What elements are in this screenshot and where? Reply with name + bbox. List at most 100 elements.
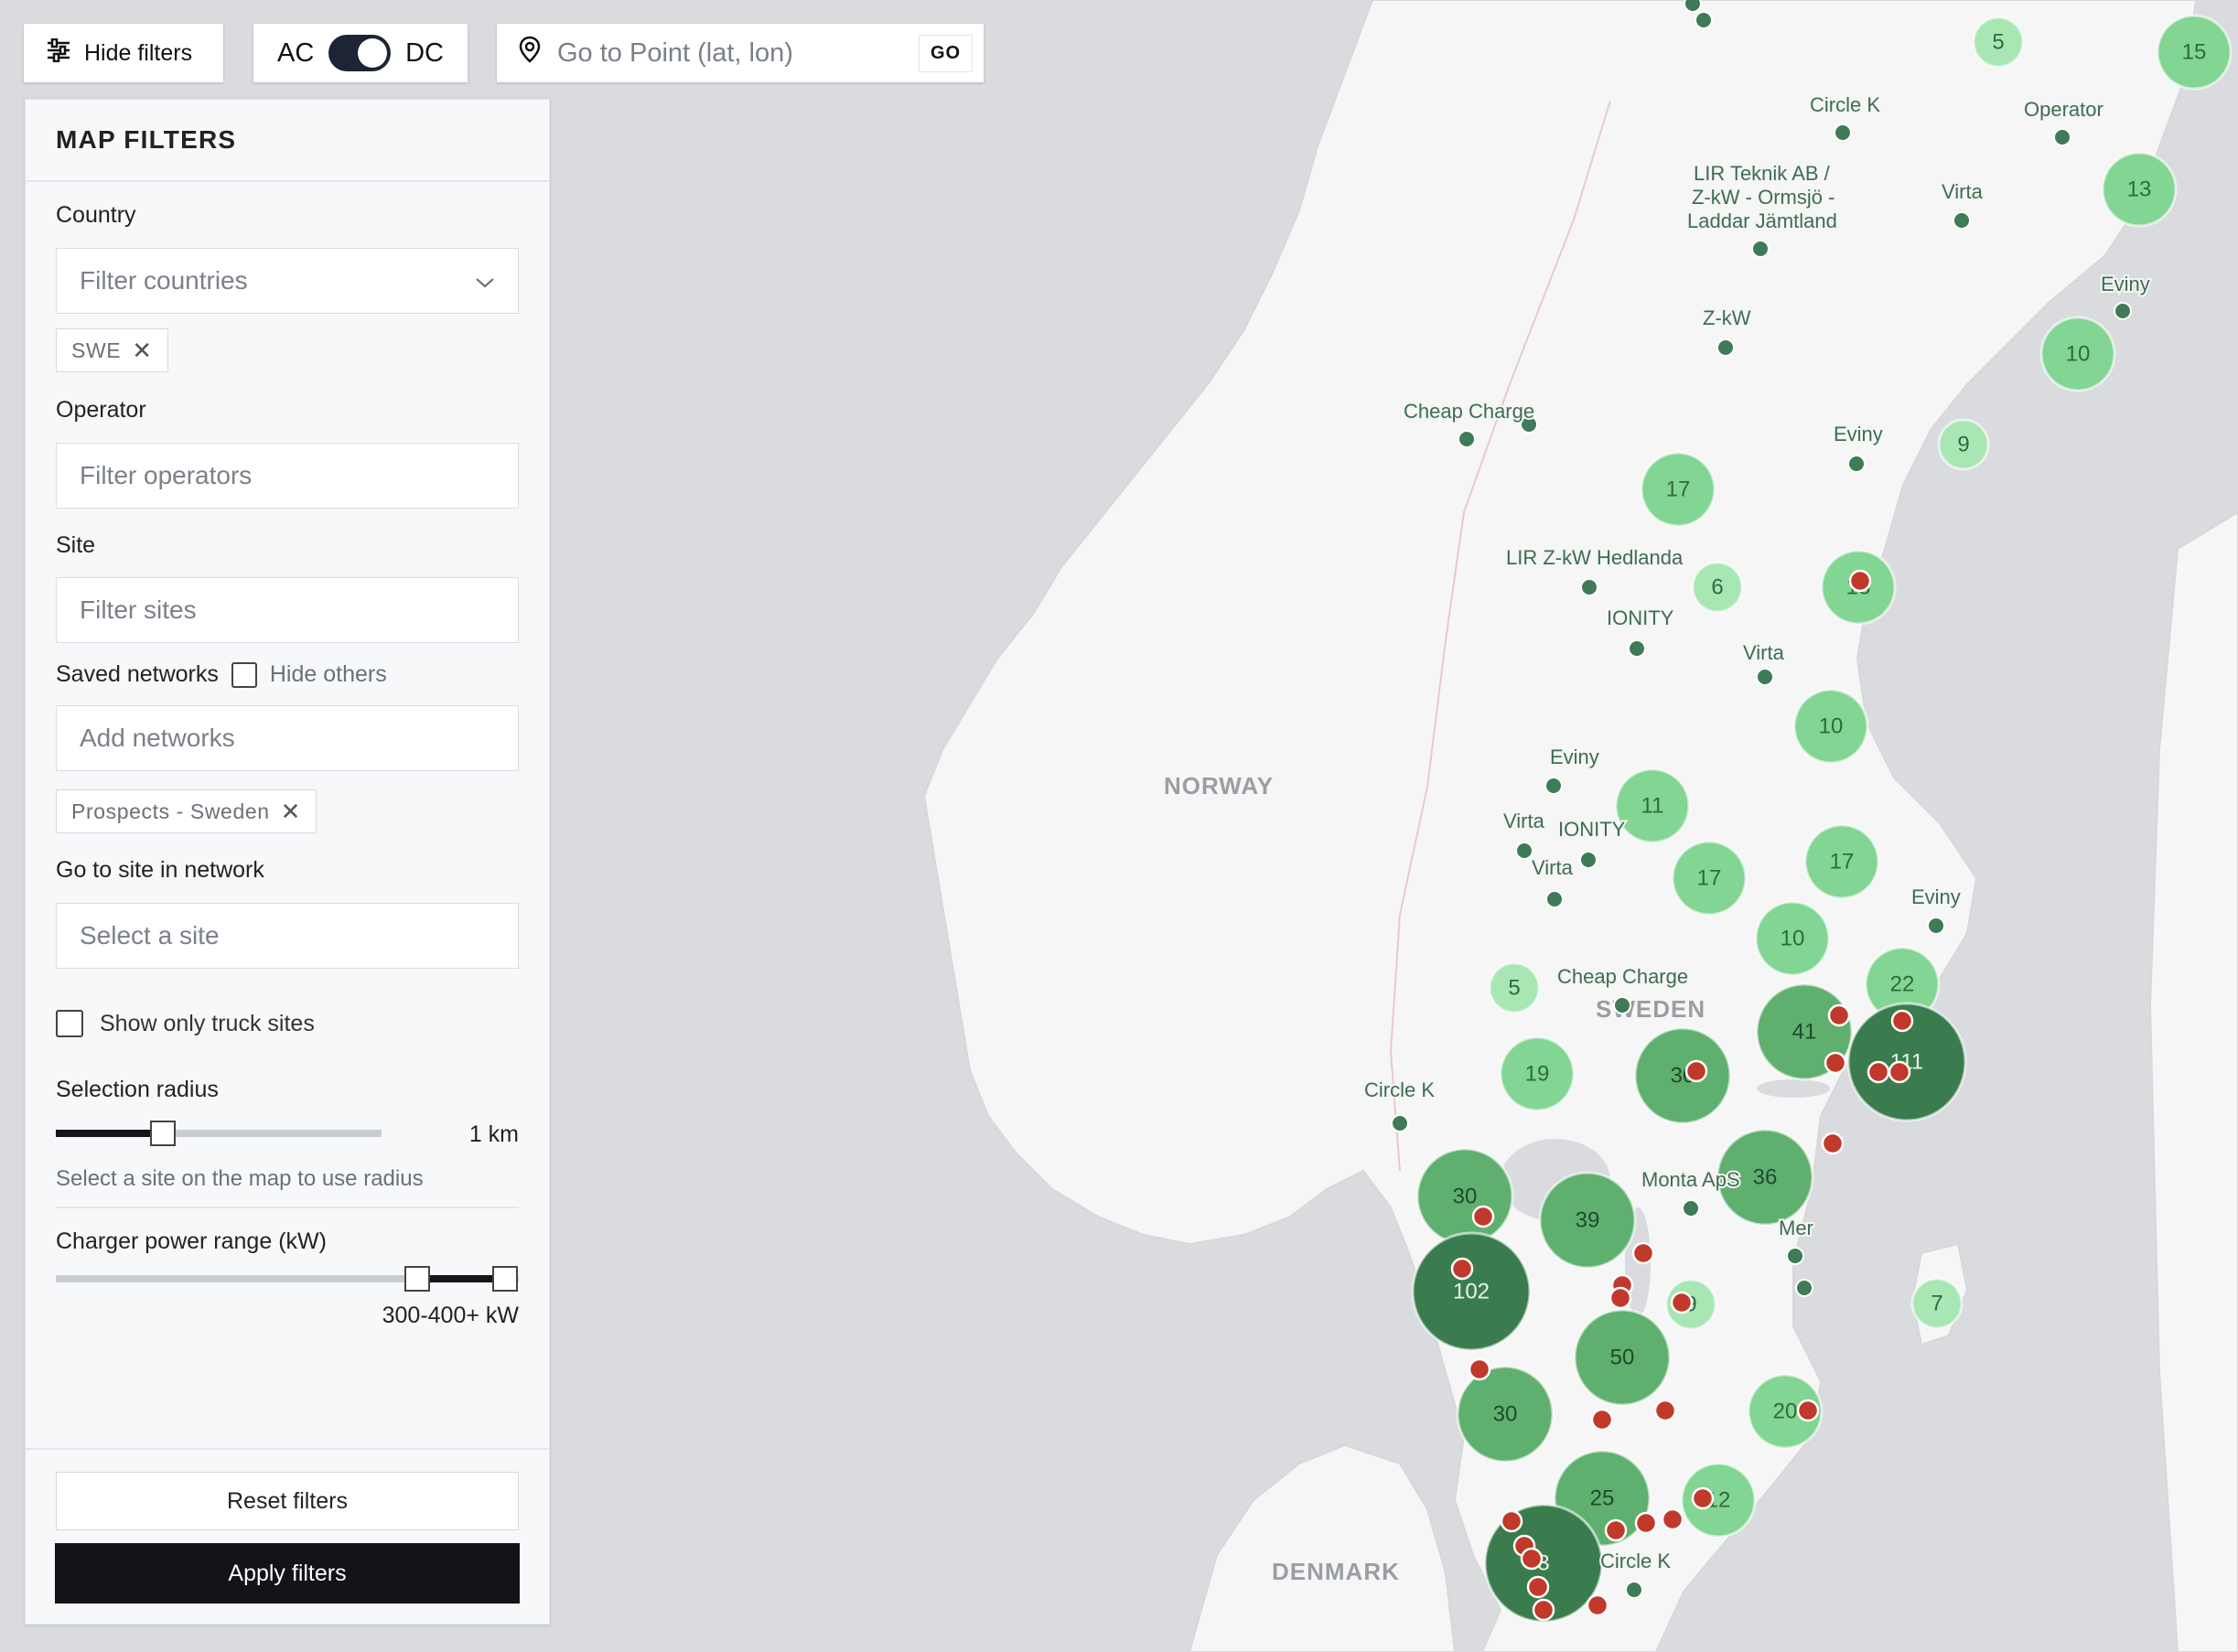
cluster-marker[interactable]: 17	[1671, 840, 1748, 917]
site-dot[interactable]	[1847, 455, 1866, 473]
goto-site-select[interactable]: Select a site	[56, 903, 519, 969]
slider-handle-min[interactable]	[403, 1266, 430, 1292]
truck-sites-checkbox[interactable]	[56, 1010, 83, 1037]
radius-slider[interactable]	[56, 1121, 382, 1146]
site-dot[interactable]	[1795, 1279, 1813, 1297]
site-dot[interactable]	[1682, 1199, 1700, 1218]
prospect-site[interactable]	[1471, 1205, 1495, 1228]
site-dot[interactable]	[1545, 890, 1564, 908]
operator-label: LIR Teknik AB /	[1694, 162, 1831, 185]
prospect-site[interactable]	[1590, 1408, 1614, 1432]
cluster-marker[interactable]: 7	[1910, 1277, 1964, 1330]
prospect-site[interactable]	[1890, 1009, 1914, 1033]
slider-handle-max[interactable]	[491, 1266, 518, 1292]
prospect-site[interactable]	[1609, 1286, 1632, 1310]
close-icon[interactable]: ✕	[132, 337, 152, 365]
operator-input[interactable]: Filter operators	[56, 443, 519, 509]
networks-input[interactable]: Add networks	[56, 705, 519, 771]
prospect-site[interactable]	[1526, 1575, 1550, 1599]
site-dot[interactable]	[1953, 211, 1971, 230]
prospect-site[interactable]	[1670, 1291, 1694, 1314]
country-chip-swe[interactable]: SWE ✕	[56, 328, 168, 372]
cluster-marker[interactable]: 30	[1456, 1365, 1555, 1464]
site-dot[interactable]	[1579, 851, 1598, 869]
site-label: Site	[56, 532, 96, 558]
site-dot[interactable]	[1751, 240, 1770, 258]
cluster-marker[interactable]: 10	[1792, 688, 1869, 765]
prospect-site[interactable]	[1586, 1593, 1609, 1617]
country-select[interactable]: Filter countries	[56, 248, 519, 314]
cluster-marker[interactable]: 5	[1972, 16, 2025, 69]
cluster-marker[interactable]: 39	[1538, 1171, 1637, 1270]
prospect-site[interactable]	[1684, 1059, 1708, 1083]
cluster-marker[interactable]: 10	[2039, 316, 2116, 392]
cluster-marker[interactable]: 17	[1640, 451, 1716, 528]
site-dot[interactable]	[1391, 1114, 1409, 1132]
site-dot[interactable]	[1834, 123, 1852, 142]
site-dot[interactable]	[1756, 668, 1774, 686]
cluster-marker[interactable]: 102	[1411, 1231, 1532, 1352]
prospect-site[interactable]	[1532, 1598, 1555, 1622]
site-dot[interactable]	[2053, 128, 2071, 146]
cluster-marker[interactable]: 30	[1633, 1026, 1732, 1125]
prospect-site[interactable]	[1821, 1132, 1845, 1155]
cluster-marker[interactable]: 50	[1573, 1308, 1672, 1407]
prospect-site[interactable]	[1848, 569, 1872, 593]
prospect-site[interactable]	[1827, 1003, 1851, 1027]
prospect-site[interactable]	[1450, 1257, 1474, 1281]
cluster-marker[interactable]: 13	[2101, 151, 2178, 228]
site-dot[interactable]	[1613, 996, 1631, 1014]
cluster-marker[interactable]: 15	[2156, 14, 2233, 91]
cluster-marker[interactable]: 11	[1614, 767, 1691, 844]
prospect-site[interactable]	[1634, 1511, 1658, 1535]
close-icon[interactable]: ✕	[281, 798, 301, 826]
reset-filters-button[interactable]: Reset filters	[56, 1472, 519, 1530]
site-input[interactable]: Filter sites	[56, 577, 519, 643]
power-range-slider[interactable]	[56, 1265, 519, 1293]
prospect-site[interactable]	[1653, 1399, 1677, 1422]
cluster-marker[interactable]: 19	[1499, 1035, 1576, 1112]
country-label-norway: NORWAY	[1164, 772, 1274, 799]
cluster-marker[interactable]: 17	[1803, 823, 1880, 900]
cluster-count: 39	[1576, 1208, 1600, 1233]
apply-filters-button[interactable]: Apply filters	[55, 1543, 520, 1604]
prospect-site[interactable]	[1691, 1486, 1715, 1510]
operator-label: Monta ApS	[1641, 1168, 1740, 1191]
prospect-site[interactable]	[1631, 1241, 1655, 1265]
site-dot[interactable]	[1684, 0, 1702, 13]
site-dot[interactable]	[1580, 578, 1598, 596]
site-dot[interactable]	[2114, 302, 2132, 320]
site-dot[interactable]	[1695, 11, 1713, 29]
site-dot[interactable]	[1515, 842, 1533, 860]
operator-label: LIR Z-kW Hedlanda	[1506, 546, 1684, 569]
slider-handle[interactable]	[150, 1121, 177, 1146]
network-chip-prospects[interactable]: Prospects - Sweden ✕	[56, 789, 317, 833]
hide-filters-button[interactable]: Hide filters	[24, 24, 223, 82]
prospect-site[interactable]	[1796, 1399, 1820, 1422]
cluster-marker[interactable]: 6	[1691, 561, 1744, 614]
prospect-site[interactable]	[1661, 1507, 1684, 1531]
site-dot[interactable]	[1628, 639, 1646, 658]
prospect-site[interactable]	[1604, 1518, 1628, 1542]
cluster-marker[interactable]: 30	[1415, 1147, 1514, 1246]
goto-point-input[interactable]	[557, 38, 902, 69]
prospect-site[interactable]	[1500, 1509, 1523, 1533]
prospect-site[interactable]	[1824, 1051, 1847, 1075]
site-dot[interactable]	[1625, 1581, 1643, 1599]
cluster-marker[interactable]: 5	[1488, 961, 1541, 1014]
prospect-site[interactable]	[1888, 1060, 1911, 1084]
operator-label: Z-kW - Ormsjö -	[1692, 186, 1835, 209]
hide-others-checkbox[interactable]	[231, 661, 257, 688]
cluster-marker[interactable]: 10	[1754, 900, 1831, 977]
site-dot[interactable]	[1786, 1247, 1804, 1265]
cluster-marker[interactable]: 9	[1937, 418, 1990, 471]
site-dot[interactable]	[1544, 777, 1563, 795]
site-dot[interactable]	[1927, 917, 1945, 935]
prospect-site[interactable]	[1867, 1060, 1890, 1084]
site-dot[interactable]	[1716, 338, 1735, 357]
prospect-site[interactable]	[1520, 1547, 1544, 1571]
site-dot[interactable]	[1458, 430, 1476, 448]
go-button[interactable]: GO	[919, 34, 974, 72]
ac-dc-toggle[interactable]	[328, 35, 392, 71]
prospect-site[interactable]	[1468, 1357, 1491, 1381]
